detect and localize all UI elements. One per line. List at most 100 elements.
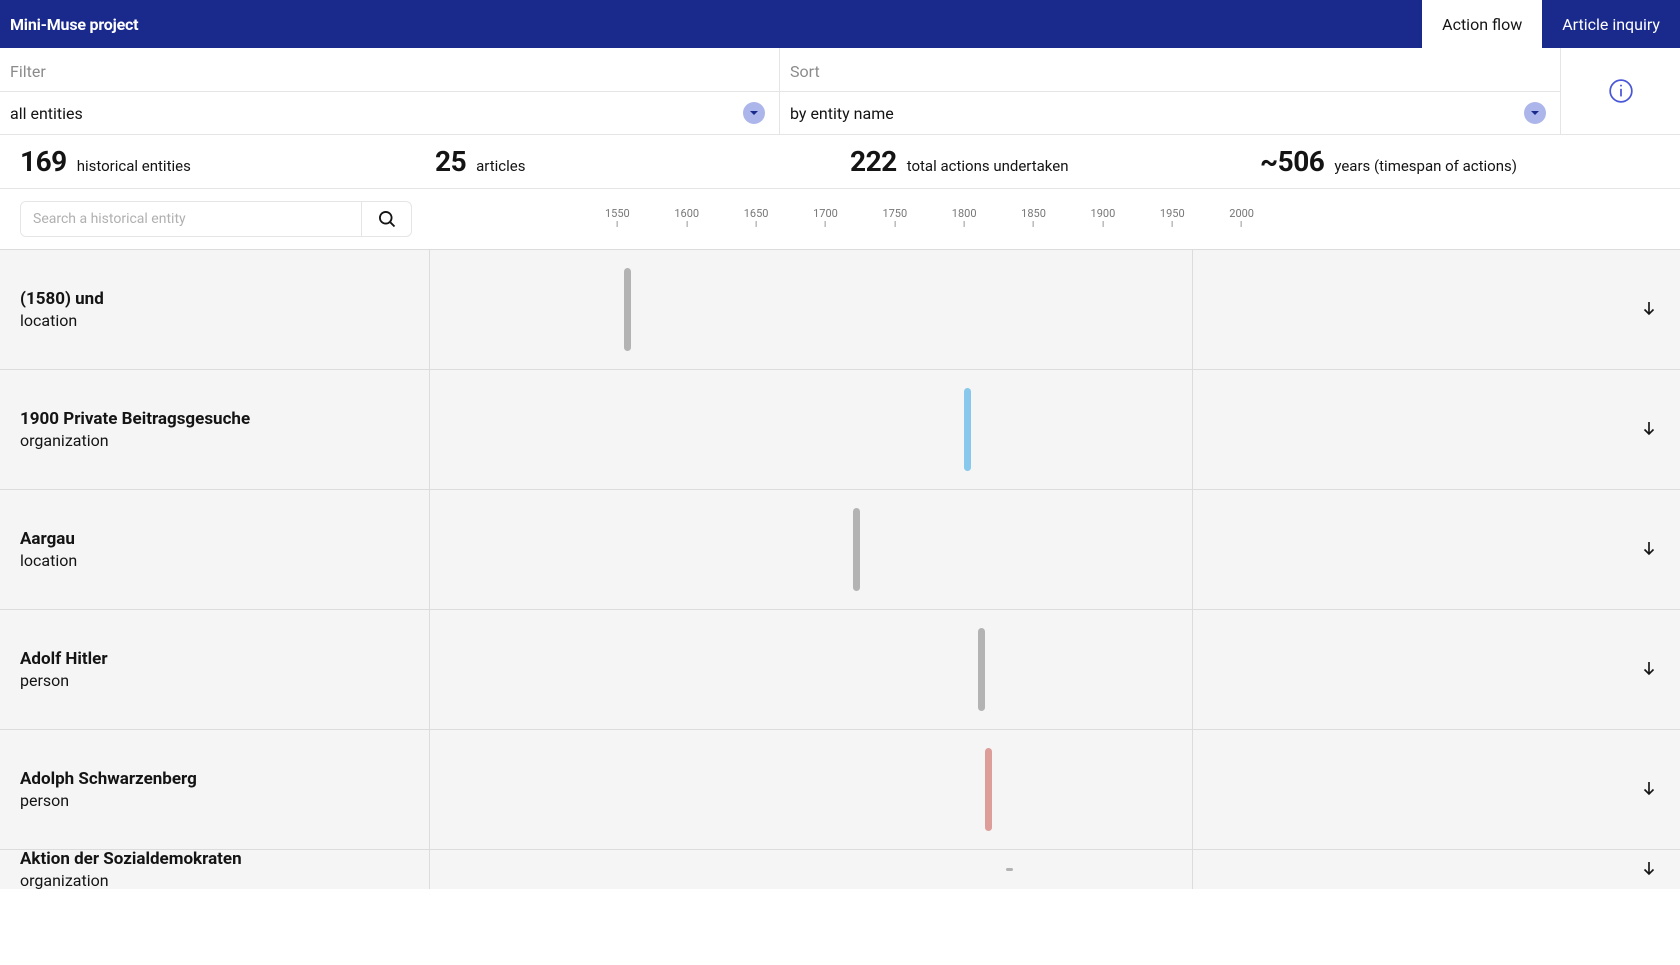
axis-tick: 1950 <box>1160 207 1185 227</box>
entity-info: Adolf Hitler person <box>0 610 430 729</box>
axis-tick: 1750 <box>882 207 907 227</box>
entity-type: location <box>20 311 429 330</box>
entity-row[interactable]: (1580) und location <box>0 249 1680 369</box>
arrow-down-icon[interactable] <box>1640 779 1658 801</box>
stat-label: total actions undertaken <box>907 157 1069 175</box>
sort-label: Sort <box>790 62 1550 81</box>
stat-value: 222 <box>850 145 897 178</box>
entity-title: Aktion der Sozialdemokraten <box>20 849 429 869</box>
filter-label: Filter <box>10 62 769 81</box>
arrow-down-icon[interactable] <box>1640 859 1658 881</box>
arrow-down-icon[interactable] <box>1640 539 1658 561</box>
entity-timeline-cell <box>430 490 1193 609</box>
axis-tick: 1650 <box>744 207 769 227</box>
stat-articles: 25 articles <box>435 145 850 178</box>
sort-column: Sort by entity name <box>780 48 1560 134</box>
entity-rows: (1580) und location 1900 Private Beitragsg… <box>0 249 1680 889</box>
filter-dropdown[interactable]: all entities <box>0 92 779 134</box>
search-wrap <box>0 201 430 237</box>
tick-label: 1650 <box>744 207 769 220</box>
app-title: Mini-Muse project <box>10 15 138 34</box>
stat-value: ~506 <box>1260 145 1324 178</box>
filter-label-wrap: Filter <box>0 48 779 92</box>
timeline-bar <box>985 748 992 831</box>
tab-article-inquiry[interactable]: Article inquiry <box>1542 0 1680 48</box>
entity-title: (1580) und <box>20 289 429 309</box>
axis-tick: 1800 <box>952 207 977 227</box>
sort-value: by entity name <box>790 104 894 123</box>
timeline-bar <box>853 508 860 591</box>
tab-action-flow[interactable]: Action flow <box>1422 0 1542 48</box>
entity-type: location <box>20 551 429 570</box>
timeline-bar <box>624 268 631 351</box>
sort-label-wrap: Sort <box>780 48 1560 92</box>
axis-tick: 1900 <box>1091 207 1116 227</box>
filter-column: Filter all entities <box>0 48 780 134</box>
entity-timeline-cell <box>430 610 1193 729</box>
stat-label: years (timespan of actions) <box>1334 157 1517 175</box>
entity-timeline-cell <box>430 250 1193 369</box>
stat-value: 169 <box>20 145 67 178</box>
entity-row[interactable]: Adolph Schwarzenberg person <box>0 729 1680 849</box>
entity-title: Aargau <box>20 529 429 549</box>
stat-label: historical entities <box>77 157 191 175</box>
timeline-bar <box>1006 868 1013 871</box>
entity-type: organization <box>20 871 429 890</box>
stat-actions: 222 total actions undertaken <box>850 145 1260 178</box>
chevron-down-icon[interactable] <box>1524 102 1546 124</box>
entity-row[interactable]: Adolf Hitler person <box>0 609 1680 729</box>
entity-expand-cell <box>1193 370 1680 489</box>
stats-row: 169 historical entities 25 articles 222 … <box>0 135 1680 189</box>
entity-row[interactable]: Aargau location <box>0 489 1680 609</box>
chevron-down-icon[interactable] <box>743 102 765 124</box>
tick-label: 1600 <box>674 207 699 220</box>
entity-expand-cell <box>1193 490 1680 609</box>
stat-label: articles <box>476 157 525 175</box>
entity-type: person <box>20 791 429 810</box>
entity-info: Aktion der Sozialdemokraten organization <box>0 850 430 889</box>
sort-dropdown[interactable]: by entity name <box>780 92 1560 134</box>
tick-label: 1800 <box>952 207 977 220</box>
timeline-bar <box>978 628 985 711</box>
entity-title: Adolf Hitler <box>20 649 429 669</box>
header-tabs: Action flow Article inquiry <box>1422 0 1680 48</box>
stat-entities: 169 historical entities <box>20 145 435 178</box>
entity-expand-cell <box>1193 850 1680 889</box>
entity-type: organization <box>20 431 429 450</box>
info-column <box>1560 48 1680 134</box>
search-box <box>20 201 412 237</box>
search-input[interactable] <box>21 202 361 236</box>
search-icon[interactable] <box>361 202 411 236</box>
entity-row[interactable]: 1900 Private Beitragsgesucheorganization <box>0 369 1680 489</box>
axis-tick: 1600 <box>674 207 699 227</box>
arrow-down-icon[interactable] <box>1640 299 1658 321</box>
entity-info: (1580) und location <box>0 250 430 369</box>
entity-expand-cell <box>1193 730 1680 849</box>
stat-value: 25 <box>435 145 466 178</box>
axis-tick: 1700 <box>813 207 838 227</box>
entity-timeline-cell <box>430 730 1193 849</box>
entity-expand-cell <box>1193 610 1680 729</box>
arrow-down-icon[interactable] <box>1640 659 1658 681</box>
tick-label: 1850 <box>1021 207 1046 220</box>
axis-row: 1550 1600 1650 1700 1750 1800 1850 1900 1950 2000 <box>0 189 1680 249</box>
tick-label: 1950 <box>1160 207 1185 220</box>
entity-timeline-cell <box>430 370 1193 489</box>
tick-label: 1900 <box>1091 207 1116 220</box>
axis-tick: 1850 <box>1021 207 1046 227</box>
entity-row[interactable]: Aktion der Sozialdemokraten organization <box>0 849 1680 889</box>
tick-label: 1550 <box>605 207 630 220</box>
arrow-down-icon[interactable] <box>1640 419 1658 441</box>
entity-info: 1900 Private Beitragsgesucheorganization <box>0 370 430 489</box>
axis-tick: 2000 <box>1229 207 1254 227</box>
control-row: Filter all entities Sort by entity name <box>0 48 1680 135</box>
timeline-bar <box>964 388 971 471</box>
entity-type: person <box>20 671 429 690</box>
stat-timespan: ~506 years (timespan of actions) <box>1260 145 1517 178</box>
info-icon[interactable] <box>1607 77 1635 105</box>
entity-title: Adolph Schwarzenberg <box>20 769 429 789</box>
tick-label: 2000 <box>1229 207 1254 220</box>
entity-expand-cell <box>1193 250 1680 369</box>
axis-tick: 1550 <box>605 207 630 227</box>
entity-timeline-cell <box>430 850 1193 889</box>
